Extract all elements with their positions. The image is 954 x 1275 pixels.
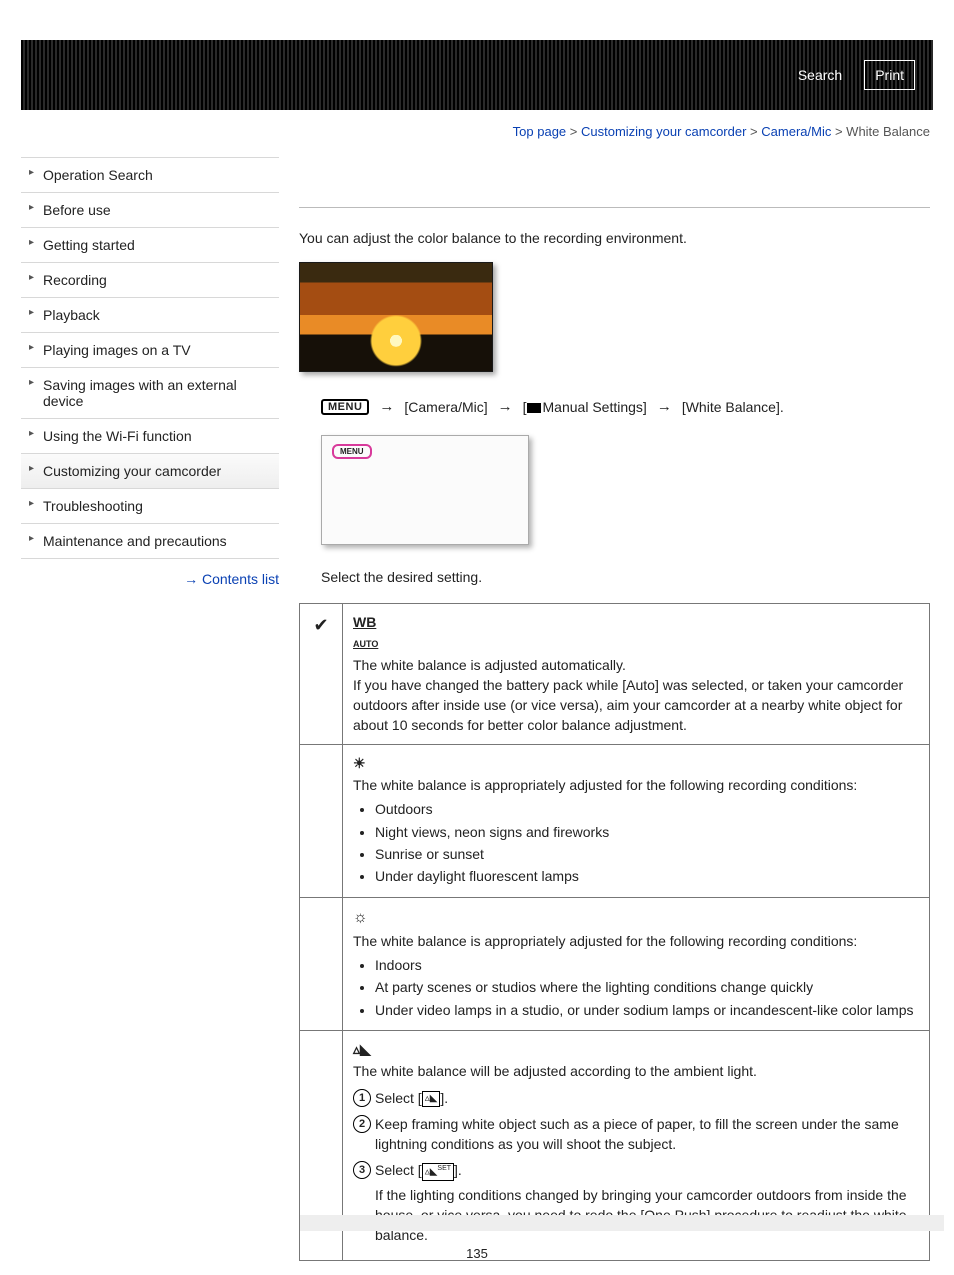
- onepush-set-icon: ▵◣SET: [422, 1163, 454, 1181]
- step-number-icon: 1: [353, 1089, 371, 1107]
- header-banner: Search Print: [21, 40, 933, 110]
- nav-playing-tv[interactable]: Playing images on a TV: [21, 333, 279, 368]
- sun-icon: ☀: [353, 753, 366, 773]
- nav-maintenance[interactable]: Maintenance and precautions: [21, 524, 279, 559]
- path-white-balance: [White Balance].: [682, 399, 784, 415]
- page-number: 135: [0, 1246, 954, 1261]
- sidebar: Operation Search Before use Getting star…: [21, 157, 279, 587]
- nav-troubleshooting[interactable]: Troubleshooting: [21, 489, 279, 524]
- intro-text: You can adjust the color balance to the …: [299, 230, 930, 246]
- option-indoor: ☼ The white balance is appropriately adj…: [343, 897, 930, 1030]
- nav-getting-started[interactable]: Getting started: [21, 228, 279, 263]
- screen-menu-tag: MENU: [332, 444, 372, 459]
- arrow-icon: →: [379, 398, 394, 415]
- nav-wifi[interactable]: Using the Wi-Fi function: [21, 419, 279, 454]
- nav-before-use[interactable]: Before use: [21, 193, 279, 228]
- checkmark-icon: ✔: [300, 604, 343, 745]
- path-manual-settings: [Manual Settings]: [523, 399, 647, 415]
- breadcrumb: Top page > Customizing your camcorder > …: [0, 124, 930, 139]
- cond-item: At party scenes or studios where the lig…: [375, 977, 919, 997]
- cond-item: Outdoors: [375, 799, 919, 819]
- step2-text: Keep framing white object such as a piec…: [375, 1116, 899, 1152]
- menu-path: MENU → [Camera/Mic] → [Manual Settings] …: [321, 398, 930, 415]
- cond-item: Under video lamps in a studio, or under …: [375, 1000, 919, 1020]
- crumb-camera-mic[interactable]: Camera/Mic: [761, 124, 831, 139]
- nav-recording[interactable]: Recording: [21, 263, 279, 298]
- bulb-icon: ☼: [353, 906, 368, 929]
- nav-customizing[interactable]: Customizing your camcorder: [21, 454, 279, 489]
- menu-icon: MENU: [321, 399, 369, 415]
- nav-operation-search[interactable]: Operation Search: [21, 157, 279, 193]
- screen-illustration: MENU: [321, 435, 529, 545]
- option-auto: WBAUTO The white balance is adjusted aut…: [343, 604, 930, 745]
- arrow-icon: →: [657, 398, 672, 415]
- options-table: ✔ WBAUTO The white balance is adjusted a…: [299, 603, 930, 1261]
- footer-strip: [300, 1215, 944, 1231]
- sample-photo: [299, 262, 493, 372]
- crumb-customizing[interactable]: Customizing your camcorder: [581, 124, 746, 139]
- search-button[interactable]: Search: [788, 61, 852, 89]
- onepush-icon: ▵◣: [353, 1039, 371, 1059]
- path-camera-mic: [Camera/Mic]: [404, 399, 487, 415]
- step-number-icon: 2: [353, 1115, 371, 1133]
- cond-item: Under daylight fluorescent lamps: [375, 866, 919, 886]
- cond-item: Night views, neon signs and fireworks: [375, 822, 919, 842]
- select-instruction: Select the desired setting.: [321, 569, 930, 585]
- crumb-top[interactable]: Top page: [513, 124, 567, 139]
- cond-item: Sunrise or sunset: [375, 844, 919, 864]
- option-outdoor: ☀ The white balance is appropriately adj…: [343, 744, 930, 897]
- option-auto-text: The white balance is adjusted automatica…: [353, 657, 903, 734]
- option-indoor-lead: The white balance is appropriately adjus…: [353, 933, 857, 949]
- nav-playback[interactable]: Playback: [21, 298, 279, 333]
- crumb-current: White Balance: [846, 124, 930, 139]
- option-onepush-lead: The white balance will be adjusted accor…: [353, 1063, 757, 1079]
- cond-item: Indoors: [375, 955, 919, 975]
- settings-icon: [527, 403, 541, 413]
- arrow-icon: →: [498, 398, 513, 415]
- print-button[interactable]: Print: [864, 60, 915, 90]
- option-outdoor-lead: The white balance is appropriately adjus…: [353, 777, 857, 793]
- divider: [299, 207, 930, 208]
- main-content: You can adjust the color balance to the …: [279, 157, 930, 1261]
- contents-list-link[interactable]: Contents list: [21, 571, 279, 587]
- step-number-icon: 3: [353, 1161, 371, 1179]
- nav-saving-external[interactable]: Saving images with an external device: [21, 368, 279, 419]
- wb-auto-icon: WBAUTO: [353, 612, 378, 653]
- onepush-small-icon: ▵◣: [422, 1091, 441, 1108]
